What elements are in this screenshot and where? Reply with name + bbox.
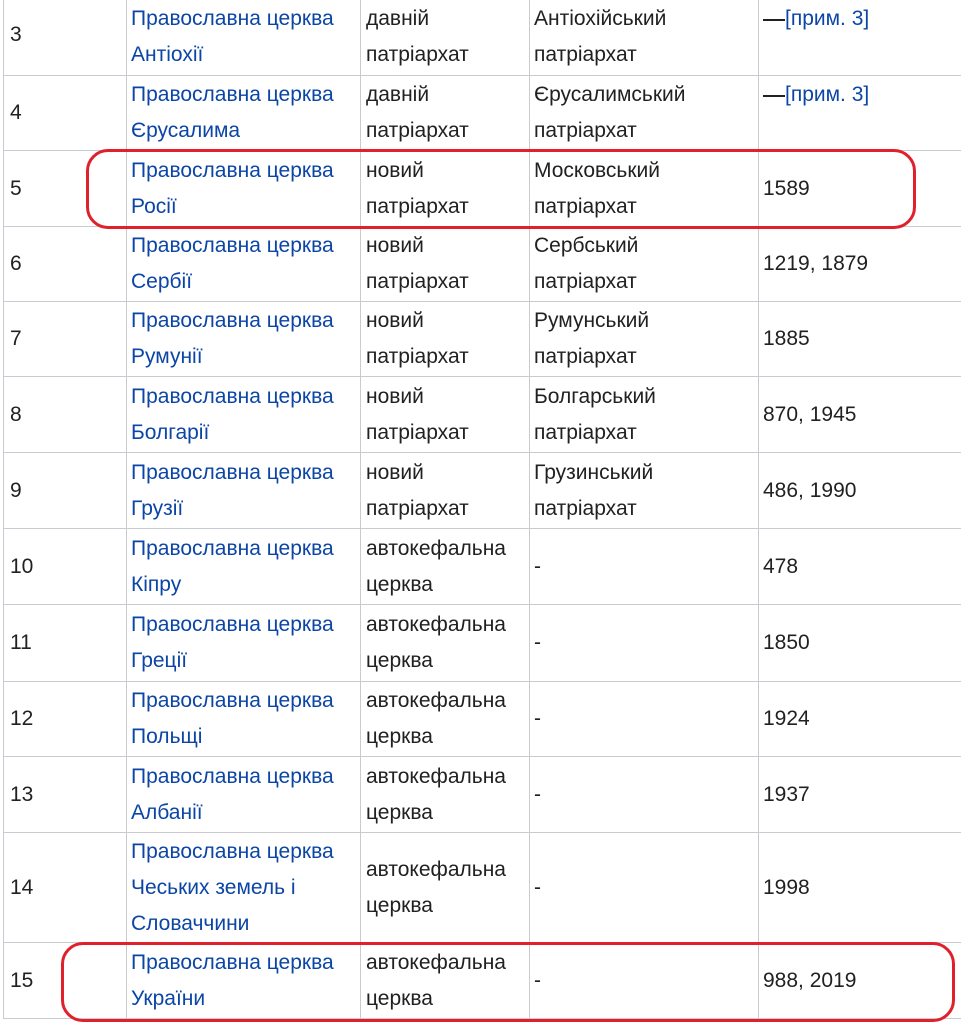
- row-number: 11: [3, 605, 127, 681]
- row-number: 14: [3, 833, 127, 942]
- church-cell: Православна церква Албанії: [127, 757, 361, 832]
- church-link[interactable]: Православна церква Польщі: [131, 683, 334, 755]
- type-cell: автокефальна церква: [361, 682, 530, 756]
- row-number: 8: [3, 377, 127, 452]
- church-link[interactable]: Православна церква Кіпру: [131, 531, 334, 603]
- status-cell: Румунський патріархат: [530, 302, 759, 376]
- church-link[interactable]: Православна церква Румунії: [131, 303, 334, 375]
- blank-underline: [763, 77, 785, 97]
- church-link[interactable]: Православна церква Греції: [131, 607, 334, 679]
- type-cell: автокефальна церква: [361, 757, 530, 832]
- type-cell: автокефальна церква: [361, 529, 530, 604]
- row-number: 13: [3, 757, 127, 832]
- church-cell: Православна церква Болгарії: [127, 377, 361, 452]
- footnote-link[interactable]: [прим. 3]: [785, 77, 869, 113]
- church-link[interactable]: Православна церква Чеських земель і Словач…: [131, 834, 334, 942]
- status-cell: Антіохійський патріархат: [530, 0, 759, 75]
- year-cell: 1998: [763, 875, 810, 899]
- highlight-row-5: [86, 149, 916, 229]
- church-link[interactable]: Православна церква Сербії: [131, 228, 334, 300]
- year-cell: 1937: [763, 782, 810, 806]
- row-number: 4: [3, 76, 127, 150]
- church-cell: Православна церква Польщі: [127, 682, 361, 756]
- church-cell: Православна церква Грузії: [127, 453, 361, 528]
- status-cell: Сербський патріархат: [530, 227, 759, 301]
- row-number: 12: [3, 682, 127, 756]
- row-number: 10: [3, 529, 127, 604]
- year-cell: [прим. 3]: [759, 76, 961, 150]
- church-link[interactable]: Православна церква Єрусалима: [131, 77, 334, 149]
- row-number: 9: [3, 453, 127, 528]
- row-number: 6: [3, 227, 127, 301]
- type-cell: новий патріархат: [361, 453, 530, 528]
- year-cell: 1924: [763, 707, 810, 730]
- church-cell: Православна церква Єрусалима: [127, 76, 361, 150]
- year-cell: 1850: [763, 631, 810, 654]
- status-cell: -: [530, 605, 759, 681]
- church-cell: Православна церква Сербії: [127, 227, 361, 301]
- status-cell: Болгарський патріархат: [530, 377, 759, 452]
- type-cell: новий патріархат: [361, 302, 530, 376]
- status-cell: -: [530, 833, 759, 942]
- highlight-row-15: [61, 942, 955, 1022]
- type-cell: новий патріархат: [361, 227, 530, 301]
- church-link[interactable]: Православна церква Грузії: [131, 455, 334, 527]
- status-cell: -: [530, 757, 759, 832]
- year-cell: 870, 1945: [763, 402, 857, 426]
- church-link[interactable]: Православна церква Антіохії: [131, 1, 334, 73]
- row-number: 7: [3, 302, 127, 376]
- type-cell: давній патріархат: [361, 76, 530, 150]
- type-cell: новий патріархат: [361, 377, 530, 452]
- church-cell: Православна церква Антіохії: [127, 0, 361, 75]
- church-cell: Православна церква Чеських земель і Словач…: [127, 833, 361, 942]
- status-cell: Єрусалимський патріархат: [530, 76, 759, 150]
- status-cell: Грузинський патріархат: [530, 453, 759, 528]
- row-number: 3: [3, 0, 127, 75]
- status-cell: -: [530, 529, 759, 604]
- year-cell: 486, 1990: [763, 478, 857, 502]
- church-link[interactable]: Православна церква Албанії: [131, 759, 334, 831]
- status-cell: -: [530, 682, 759, 756]
- blank-underline: [763, 1, 785, 21]
- church-link[interactable]: Православна церква Болгарії: [131, 379, 334, 451]
- type-cell: давній патріархат: [361, 0, 530, 75]
- type-cell: автокефальна церква: [361, 605, 530, 681]
- footnote-link[interactable]: [прим. 3]: [785, 1, 869, 37]
- church-cell: Православна церква Греції: [127, 605, 361, 681]
- church-cell: Православна церква Румунії: [127, 302, 361, 376]
- type-cell: автокефальна церква: [361, 833, 530, 942]
- year-cell: 1885: [763, 327, 810, 350]
- year-cell: [прим. 3]: [759, 0, 961, 75]
- year-cell: 478: [763, 554, 799, 578]
- year-cell: 1219, 1879: [763, 252, 869, 275]
- church-cell: Православна церква Кіпру: [127, 529, 361, 604]
